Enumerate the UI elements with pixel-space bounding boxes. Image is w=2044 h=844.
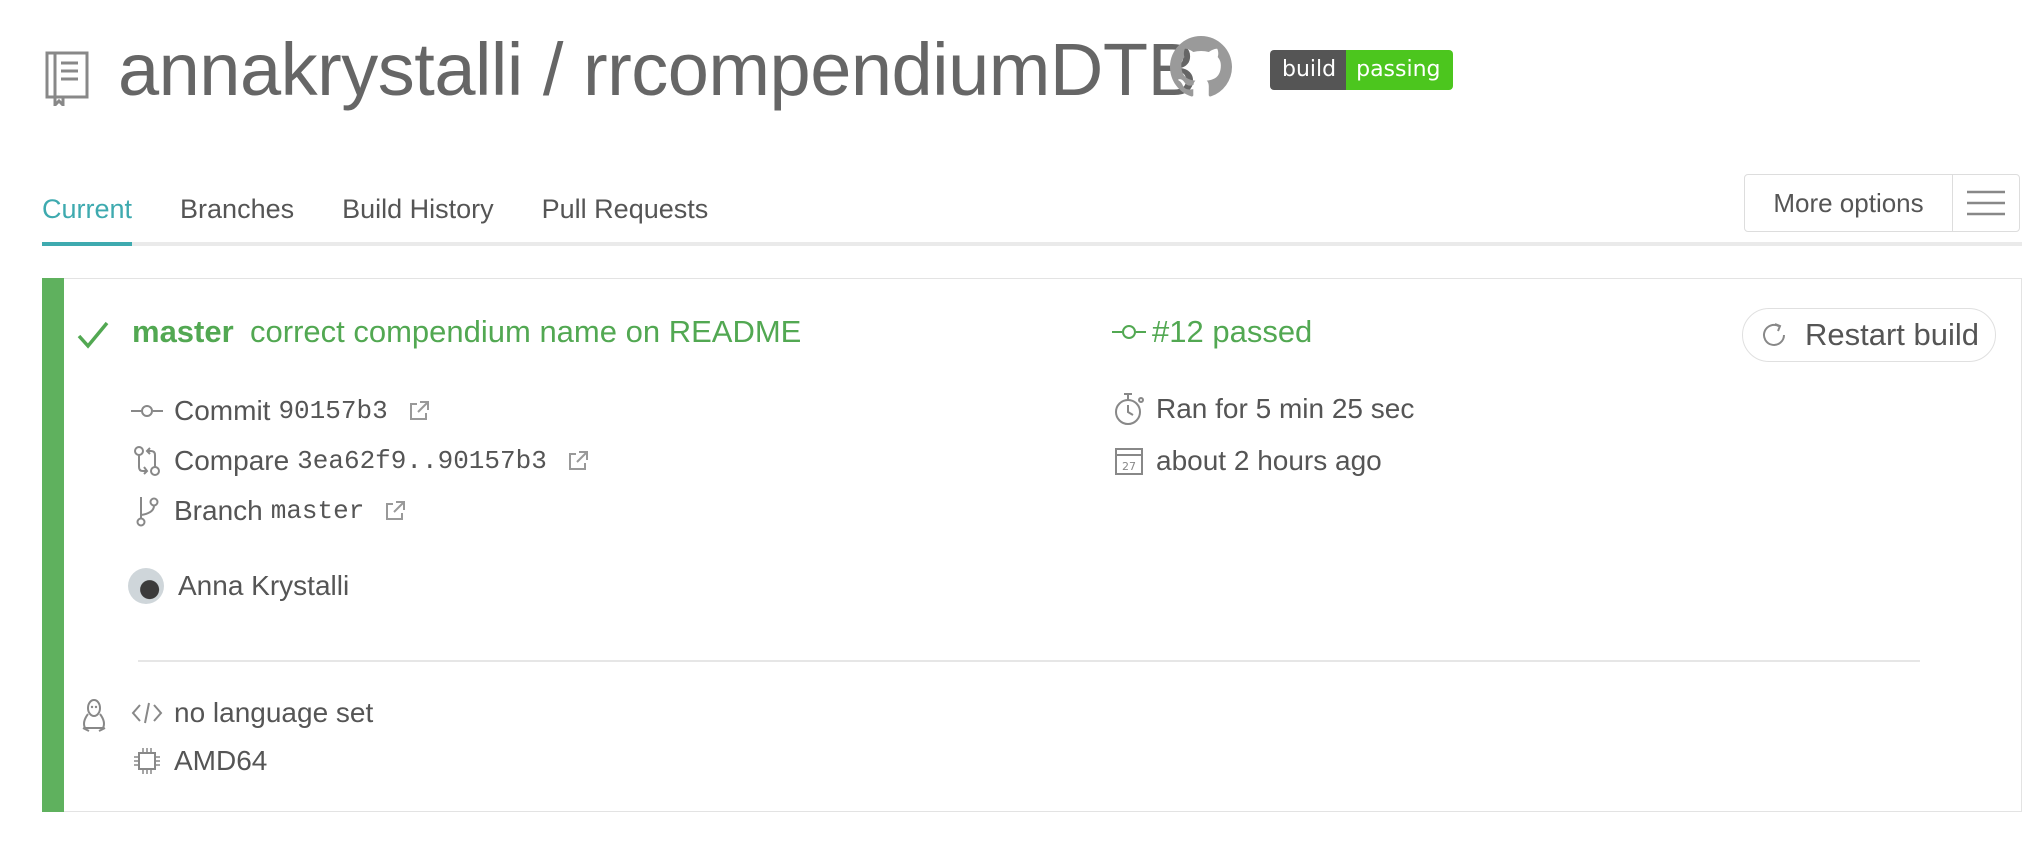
tab-build-history[interactable]: Build History [342,186,494,246]
more-options-button[interactable]: More options [1744,174,2020,232]
external-link-icon[interactable] [408,400,430,422]
badge-status: passing [1346,50,1453,90]
commit-row[interactable]: Commit 90157b3 [130,394,430,428]
restart-build-label: Restart build [1805,317,1980,352]
compare-row[interactable]: Compare 3ea62f9..90157b3 [130,444,589,478]
divider [138,660,1920,662]
cpu-icon [130,744,164,778]
build-card [42,278,2022,812]
duration-row: Ran for 5 min 25 sec [1112,392,1414,426]
finished-row: 27 about 2 hours ago [1112,444,1382,478]
hamburger-icon[interactable] [1953,175,2019,231]
external-link-icon[interactable] [567,450,589,472]
github-icon[interactable] [1170,36,1232,98]
arch-row: AMD64 [130,744,267,778]
restart-build-button[interactable]: Restart build [1742,308,1996,362]
restart-icon [1763,323,1785,346]
commit-label: Commit [174,395,271,426]
language-text: no language set [174,697,374,728]
compare-label: Compare [174,445,290,476]
code-icon [130,696,164,730]
tab-pull-requests[interactable]: Pull Requests [542,186,709,246]
stopwatch-icon [1112,392,1146,426]
commit-icon [1112,325,1146,339]
compare-icon [130,444,164,478]
build-number-text: #12 passed [1152,314,1313,349]
status-stripe [42,278,64,812]
duration-text: Ran for 5 min 25 sec [1156,393,1415,424]
compare-range[interactable]: 3ea62f9..90157b3 [297,446,547,476]
avatar [128,568,164,604]
badge-label: build [1270,50,1347,90]
tab-current[interactable]: Current [42,186,133,246]
build-branch-name[interactable]: master [132,312,234,352]
branch-icon [130,494,164,528]
more-options-label: More options [1745,175,1953,231]
commit-hash[interactable]: 90157b3 [278,396,387,426]
branch-row[interactable]: Branch master [130,494,406,528]
language-row: no language set [130,696,373,730]
check-icon [77,321,109,349]
repo-title[interactable]: annakrystalli / rrcompendiumDTB [118,28,1197,112]
calendar-icon: 27 [1112,444,1146,478]
tab-branches[interactable]: Branches [180,186,294,246]
commit-icon [130,394,164,428]
commit-message: correct compendium name on README [250,314,802,349]
tab-bar: Current Branches Build History Pull Requ… [42,186,756,246]
arch-text: AMD64 [174,745,268,776]
linux-icon [80,698,108,737]
external-link-icon[interactable] [384,500,406,522]
finished-text: about 2 hours ago [1156,445,1382,476]
build-status-badge[interactable]: build passing [1270,50,1453,90]
calendar-day: 27 [1122,460,1136,473]
branch-value[interactable]: master [271,496,365,526]
repo-book-icon [45,51,89,106]
author-name: Anna Krystalli [178,570,350,601]
branch-label: Branch [174,495,263,526]
build-number[interactable]: #12 passed [1112,312,1312,352]
